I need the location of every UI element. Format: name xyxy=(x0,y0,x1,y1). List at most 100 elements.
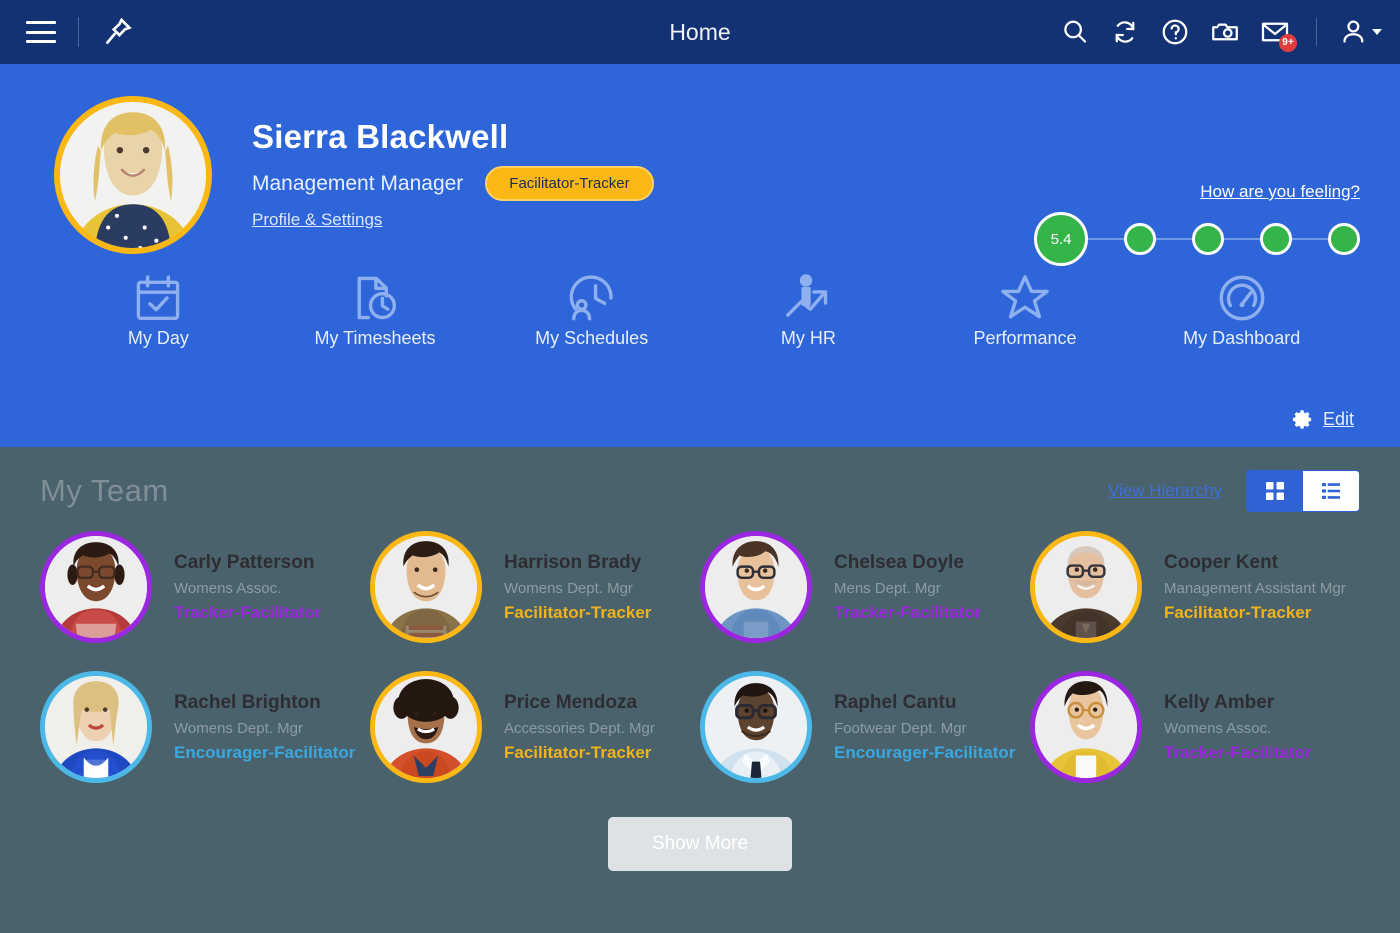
profile-hero-section: Sierra Blackwell Management Manager Faci… xyxy=(0,64,1400,447)
team-member-card[interactable]: Raphel Cantu Footwear Dept. Mgr Encourag… xyxy=(700,671,1030,783)
member-name: Cooper Kent xyxy=(1164,551,1278,573)
profile-role-row: Management Manager Facilitator-Tracker xyxy=(252,166,654,201)
quicklink-my-hr[interactable]: My HR xyxy=(700,268,917,349)
view-hierarchy-link[interactable]: View Hierarchy xyxy=(1108,481,1222,501)
how-are-you-feeling-link[interactable]: How are you feeling? xyxy=(1200,182,1360,202)
member-tag: Facilitator-Tracker xyxy=(504,602,652,622)
member-avatar[interactable] xyxy=(700,531,812,643)
chevron-down-icon[interactable] xyxy=(1372,29,1382,35)
team-member-card[interactable]: Cooper Kent Management Assistant Mgr Fac… xyxy=(1030,531,1360,643)
camera-icon[interactable] xyxy=(1210,17,1240,47)
person-growth-arrow-icon xyxy=(700,268,917,328)
quicklink-my-schedules[interactable]: My Schedules xyxy=(483,268,700,349)
profile-settings-link[interactable]: Profile & Settings xyxy=(252,210,382,230)
show-more-wrapper: Show More xyxy=(40,817,1360,871)
member-avatar[interactable] xyxy=(370,671,482,783)
feeling-dot-2[interactable] xyxy=(1124,223,1156,255)
team-member-card[interactable]: Rachel Brighton Womens Dept. Mgr Encoura… xyxy=(40,671,370,783)
team-member-card[interactable]: Price Mendoza Accessories Dept. Mgr Faci… xyxy=(370,671,700,783)
user-menu-button[interactable] xyxy=(1339,17,1382,47)
member-avatar[interactable] xyxy=(40,531,152,643)
member-tag: Encourager-Facilitator xyxy=(834,742,1016,762)
feeling-score-dot[interactable]: 5.4 xyxy=(1034,212,1088,266)
feeling-dot-4[interactable] xyxy=(1260,223,1292,255)
member-avatar[interactable] xyxy=(370,531,482,643)
quicklink-label: My Dashboard xyxy=(1183,328,1301,348)
member-name: Chelsea Doyle xyxy=(834,551,964,573)
feeling-widget: How are you feeling? 5.4 xyxy=(1034,182,1360,266)
list-view-button[interactable] xyxy=(1303,471,1359,511)
member-name: Price Mendoza xyxy=(504,691,638,713)
edit-label: Edit xyxy=(1322,409,1354,429)
grid-view-button[interactable] xyxy=(1247,471,1303,511)
member-avatar[interactable] xyxy=(1030,531,1142,643)
member-text: Price Mendoza Accessories Dept. Mgr Faci… xyxy=(504,692,655,763)
quicklink-label: My Day xyxy=(127,328,189,348)
team-title: My Team xyxy=(40,473,169,508)
topbar-right-group: 9+ xyxy=(1060,17,1382,52)
member-tag: Facilitator-Tracker xyxy=(1164,602,1312,622)
feeling-dot-3[interactable] xyxy=(1192,223,1224,255)
team-member-card[interactable]: Harrison Brady Womens Dept. Mgr Facilita… xyxy=(370,531,700,643)
member-department: Womens Dept. Mgr xyxy=(174,719,303,737)
member-avatar[interactable] xyxy=(1030,671,1142,783)
profile-name: Sierra Blackwell xyxy=(252,118,509,155)
profile-avatar[interactable] xyxy=(54,96,212,254)
team-header: My Team View Hierarchy xyxy=(40,447,1360,525)
quicklink-performance[interactable]: Performance xyxy=(917,268,1134,349)
pin-icon[interactable] xyxy=(101,15,135,49)
quicklink-label: My Timesheets xyxy=(314,328,436,348)
quicklink-label: My Schedules xyxy=(535,328,649,348)
member-text: Chelsea Doyle Mens Dept. Mgr Tracker-Fac… xyxy=(834,552,981,623)
profile-role: Management Manager xyxy=(252,171,464,195)
quicklink-label: My HR xyxy=(780,328,836,348)
topbar-divider-2 xyxy=(1316,18,1317,46)
quicklink-my-timesheets[interactable]: My Timesheets xyxy=(267,268,484,349)
member-avatar[interactable] xyxy=(700,671,812,783)
refresh-icon[interactable] xyxy=(1110,17,1140,47)
mail-icon-wrapper[interactable]: 9+ xyxy=(1260,17,1297,52)
document-clock-icon xyxy=(267,268,484,328)
view-toggle-group xyxy=(1246,470,1360,512)
search-icon[interactable] xyxy=(1060,17,1090,47)
team-header-actions: View Hierarchy xyxy=(1108,470,1360,512)
help-icon[interactable] xyxy=(1160,17,1190,47)
member-name: Carly Patterson xyxy=(174,551,315,573)
member-avatar[interactable] xyxy=(40,671,152,783)
quicklink-my-day[interactable]: My Day xyxy=(50,268,267,349)
dot-connector xyxy=(1088,238,1124,240)
edit-button[interactable]: Edit xyxy=(1291,408,1354,431)
quick-links-row: My Day My Timesheets My Schedules My HR … xyxy=(40,268,1360,349)
mail-unread-badge: 9+ xyxy=(1279,34,1297,52)
show-more-button[interactable]: Show More xyxy=(607,817,793,871)
feeling-dot-scale: 5.4 xyxy=(1034,212,1360,266)
team-member-card[interactable]: Chelsea Doyle Mens Dept. Mgr Tracker-Fac… xyxy=(700,531,1030,643)
member-text: Rachel Brighton Womens Dept. Mgr Encoura… xyxy=(174,692,355,763)
member-name: Rachel Brighton xyxy=(174,691,321,713)
member-department: Womens Dept. Mgr xyxy=(504,579,633,597)
member-tag: Tracker-Facilitator xyxy=(174,602,322,622)
feeling-dot-5[interactable] xyxy=(1328,223,1360,255)
quicklink-label: Performance xyxy=(973,328,1077,348)
quicklink-my-dashboard[interactable]: My Dashboard xyxy=(1133,268,1350,349)
star-icon xyxy=(917,268,1134,328)
profile-badge: Facilitator-Tracker xyxy=(485,166,654,201)
hamburger-menu-icon[interactable] xyxy=(26,21,56,43)
dot-connector xyxy=(1224,238,1260,240)
topbar-left-group xyxy=(26,15,135,49)
calendar-check-icon xyxy=(50,268,267,328)
member-department: Mens Dept. Mgr xyxy=(834,579,941,597)
member-department: Womens Assoc. xyxy=(1164,719,1272,737)
team-member-card[interactable]: Carly Patterson Womens Assoc. Tracker-Fa… xyxy=(40,531,370,643)
member-text: Carly Patterson Womens Assoc. Tracker-Fa… xyxy=(174,552,321,623)
list-view-icon xyxy=(1322,483,1340,499)
member-name: Raphel Cantu xyxy=(834,691,957,713)
gauge-icon xyxy=(1133,268,1350,328)
member-text: Cooper Kent Management Assistant Mgr Fac… xyxy=(1164,552,1346,623)
user-avatar-icon[interactable] xyxy=(1339,17,1369,47)
team-member-card[interactable]: Kelly Amber Womens Assoc. Tracker-Facili… xyxy=(1030,671,1360,783)
dot-connector xyxy=(1156,238,1192,240)
member-tag: Tracker-Facilitator xyxy=(834,602,982,622)
member-text: Raphel Cantu Footwear Dept. Mgr Encourag… xyxy=(834,692,1015,763)
clock-person-icon xyxy=(483,268,700,328)
